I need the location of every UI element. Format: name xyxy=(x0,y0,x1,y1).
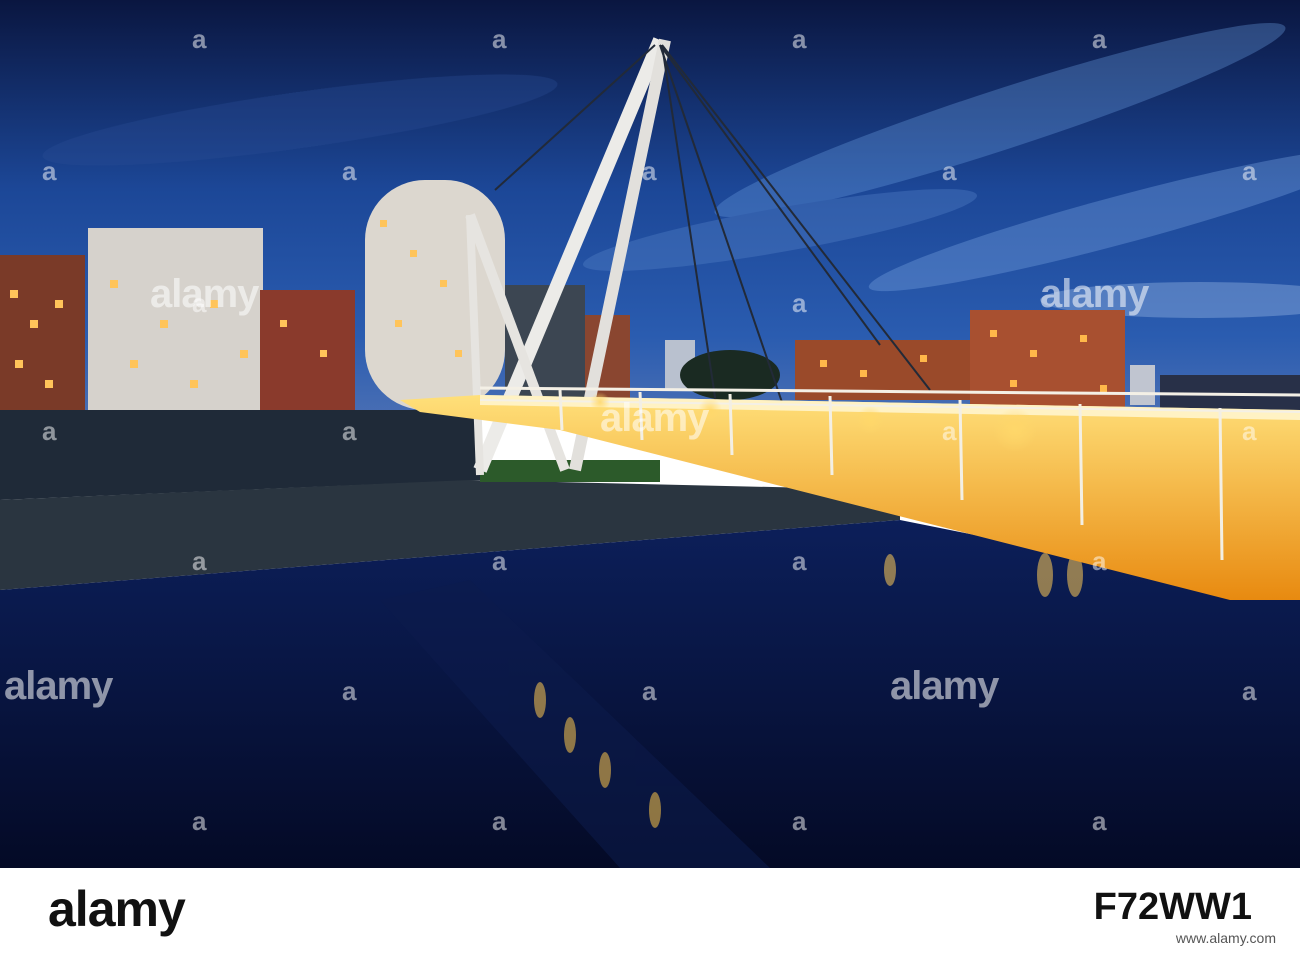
footer-site: www.alamy.com xyxy=(1175,930,1276,946)
footer-logo: alamy xyxy=(48,881,186,937)
image-id: F72WW1 xyxy=(1093,886,1252,928)
photo: alamy alamy alamy alamy alamy a a a a a … xyxy=(0,0,1300,868)
grass xyxy=(480,460,660,482)
footer-bar: alamy F72WW1 www.alamy.com xyxy=(0,868,1300,956)
trees xyxy=(680,350,780,400)
scene xyxy=(0,0,1300,868)
